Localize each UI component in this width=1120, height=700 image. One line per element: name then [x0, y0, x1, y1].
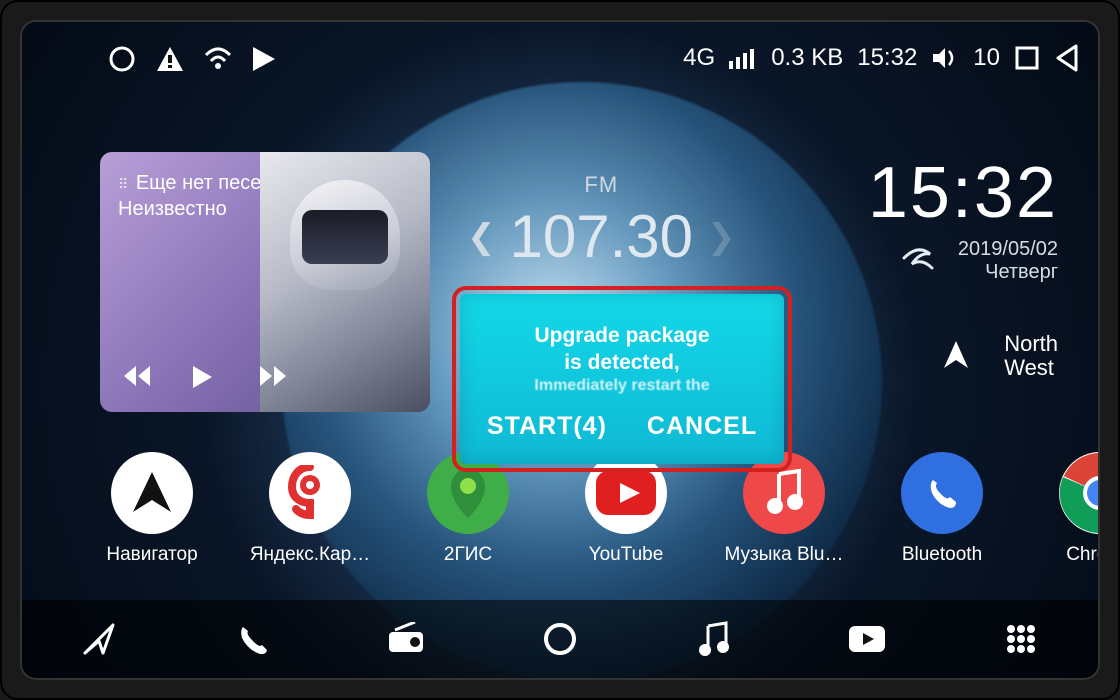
- dialog-text-2: is detected,: [534, 350, 709, 376]
- app-icon: [1059, 452, 1098, 534]
- app-icon: [111, 452, 193, 534]
- radio-band: FM: [467, 172, 736, 198]
- compass-dir-2: West: [1004, 356, 1058, 380]
- warning-icon: [155, 45, 185, 73]
- dock-music-icon[interactable]: [692, 617, 736, 661]
- clock-weekday: Четверг: [958, 261, 1058, 284]
- compass-arrow-icon: [938, 338, 974, 374]
- robot-helmet-art: [280, 180, 410, 340]
- clock-time: 15:32: [868, 152, 1058, 234]
- annotation-highlight: Upgrade package is detected, Immediately…: [452, 286, 792, 472]
- weather-wind-icon: [898, 238, 940, 280]
- app-яндекс-кар-[interactable]: Яндекс.Кар…: [250, 452, 370, 566]
- app-chrome[interactable]: Chrome: [1040, 452, 1098, 566]
- volume-level: 10: [973, 44, 1000, 72]
- app-label: Яндекс.Кар…: [250, 544, 370, 566]
- dialog-text-1: Upgrade package: [534, 323, 709, 349]
- app-label: Bluetooth: [902, 544, 982, 566]
- dialog-start-button[interactable]: START(4): [487, 412, 607, 441]
- compass-widget[interactable]: North West: [938, 332, 1058, 380]
- play-store-icon: [251, 45, 277, 73]
- status-bar: 4G 0.3 KB 15:32 10: [22, 30, 1098, 90]
- dock-phone-icon[interactable]: [231, 617, 275, 661]
- status-clock: 15:32: [857, 44, 917, 72]
- music-title: Еще нет песен: [136, 172, 273, 194]
- dock-home-icon[interactable]: [538, 617, 582, 661]
- freq-next-button[interactable]: ❯: [707, 217, 736, 257]
- app-label: Навигатор: [106, 544, 197, 566]
- compass-dir-1: North: [1004, 332, 1058, 356]
- back-icon[interactable]: [1054, 44, 1078, 72]
- app-label: Chrome: [1066, 544, 1098, 566]
- signal-icon: [729, 47, 757, 69]
- volume-icon[interactable]: [931, 46, 959, 70]
- prev-track-button[interactable]: [122, 364, 156, 390]
- circle-icon[interactable]: [107, 44, 137, 74]
- dock-radio-icon[interactable]: [384, 617, 428, 661]
- radio-frequency: 107.30: [510, 202, 694, 271]
- wifi-icon: [203, 47, 233, 71]
- clock-widget[interactable]: 15:32 2019/05/02 Четверг: [868, 152, 1058, 284]
- music-artist: Неизвестно: [118, 198, 227, 220]
- app-icon: [269, 452, 351, 534]
- clock-date: 2019/05/02: [958, 238, 1058, 261]
- freq-prev-button[interactable]: ❮: [467, 217, 496, 257]
- bottom-dock: [22, 600, 1098, 678]
- dialog-cancel-button[interactable]: CANCEL: [647, 412, 757, 441]
- equalizer-icon: ⠿: [118, 176, 130, 192]
- music-widget[interactable]: ⠿ Еще нет песен Неизвестно: [100, 152, 430, 412]
- app-label: Музыка Blu…: [725, 544, 844, 566]
- radio-widget[interactable]: FM ❮ 107.30 ❯: [467, 172, 736, 271]
- app-label: 2ГИС: [444, 544, 492, 566]
- dialog-text-3: Immediately restart the: [534, 376, 709, 396]
- upgrade-dialog: Upgrade package is detected, Immediately…: [460, 294, 784, 464]
- dock-apps-icon[interactable]: [999, 617, 1043, 661]
- data-rate: 0.3 KB: [771, 44, 843, 72]
- app-icon: [901, 452, 983, 534]
- recent-apps-icon[interactable]: [1014, 45, 1040, 71]
- app-навигатор[interactable]: Навигатор: [92, 452, 212, 566]
- next-track-button[interactable]: [258, 364, 292, 390]
- head-unit-screen: 4G 0.3 KB 15:32 10 ⠿ Еще нет песен Неизв…: [22, 22, 1098, 678]
- play-button[interactable]: [190, 364, 224, 390]
- dock-video-icon[interactable]: [845, 617, 889, 661]
- app-bluetooth[interactable]: Bluetooth: [882, 452, 1002, 566]
- app-label: YouTube: [589, 544, 664, 566]
- dock-navigate-icon[interactable]: [77, 617, 121, 661]
- network-type: 4G: [683, 44, 715, 72]
